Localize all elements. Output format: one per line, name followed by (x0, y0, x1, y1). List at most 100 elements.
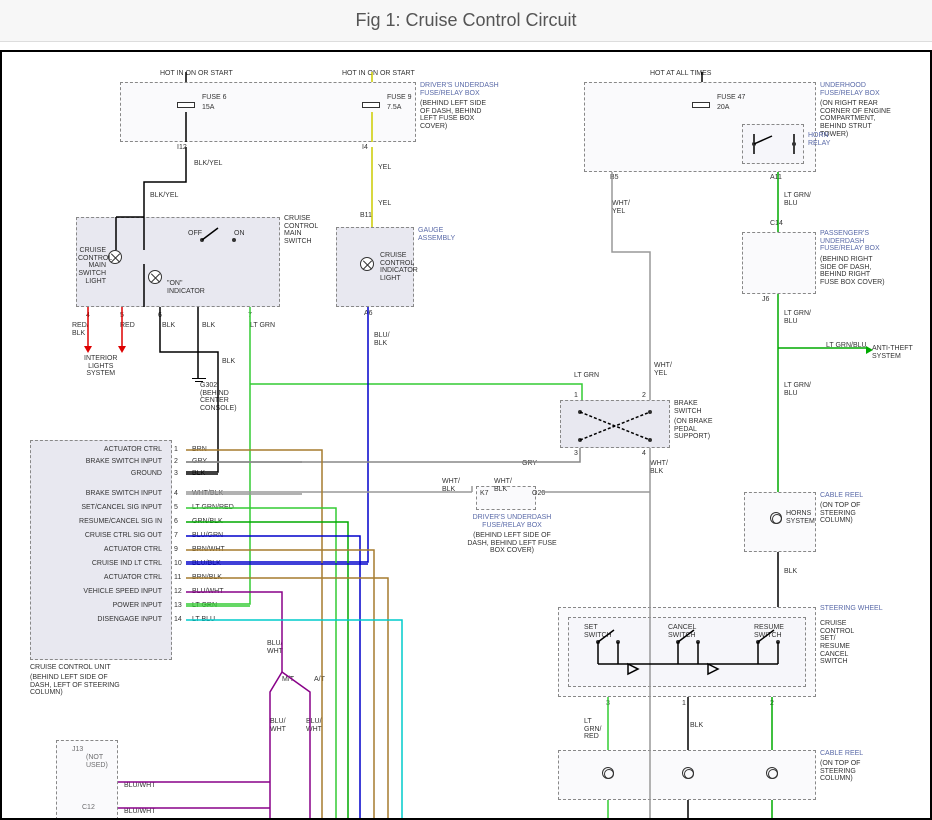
ccu-pin-1-n: 1 (174, 446, 178, 454)
cancel-switch-label: CANCEL SWITCH (668, 624, 696, 639)
pin-b11: B11 (360, 212, 372, 220)
fuse-6-name: FUSE 6 (202, 94, 227, 102)
arrow-interior-1 (84, 346, 92, 353)
ground-g302-icon (192, 378, 206, 382)
wl-ltgrnblu2b: LT GRN/ BLU (784, 382, 811, 397)
cruise-switch-title: CRUISE CONTROL SET/ RESUME CANCEL SWITCH (820, 620, 854, 666)
ccu-pin-3-color: BLK (192, 470, 205, 478)
ccu-pin-11-color: BRN/BLK (192, 574, 222, 582)
ccu-pin-2-color: GRY (192, 458, 207, 466)
resume-switch-label: RESUME SWITCH (754, 624, 784, 639)
ccu-pin-13-label: POWER INPUT (32, 602, 162, 610)
ccu-pin-7-n: 7 (174, 532, 178, 540)
wl-red: RED (120, 322, 135, 330)
cable-reel-bottom-title: CABLE REEL (820, 750, 863, 758)
passenger-underdash-box (742, 232, 816, 294)
pin-5: 5 (120, 312, 124, 320)
ccu-pin-9-color: BRN/WHT (192, 546, 225, 554)
cable-reel-coil-1 (602, 767, 614, 779)
diagram-title: Fig 1: Cruise Control Circuit (0, 0, 932, 42)
wl-bluwht2b: BLU/ WHT (306, 718, 322, 733)
ccu-pin-7-color: BLU/GRN (192, 532, 223, 540)
ccu-pin-4-color: WHT/BLK (192, 490, 223, 498)
cruise-indicator-light-icon (360, 257, 374, 271)
horn-relay-box (742, 124, 804, 164)
ccu-pin-9-n: 9 (174, 546, 178, 554)
passenger-underdash-note: (BEHIND RIGHT SIDE OF DASH, BEHIND RIGHT… (820, 256, 885, 287)
ccu-pin-9-label: ACTUATOR CTRL (32, 546, 162, 554)
g302-label: G302 (BEHIND CENTER CONSOLE) (200, 382, 237, 413)
fuse-9-name: FUSE 9 (387, 94, 412, 102)
ccu-pin-1-color: BRN (192, 446, 207, 454)
hot-label-right: HOT AT ALL TIMES (650, 70, 711, 78)
ccu-pin-4-label: BRAKE SWITCH INPUT (32, 490, 162, 498)
ccu-pin-6-label: RESUME/CANCEL SIG IN (32, 518, 162, 526)
cable-reel-coil-2 (682, 767, 694, 779)
arrow-interior-2 (118, 346, 126, 353)
ccu-pin-2-n: 2 (174, 458, 178, 466)
fuse-9-icon (362, 102, 380, 108)
wl-blk4: BLK (784, 568, 797, 576)
pin-i12: I12 (177, 144, 187, 152)
ccu-pin-14-color: LT BLU (192, 616, 215, 624)
ccu-pin-11-n: 11 (174, 574, 181, 582)
ccu-pin-5-color: LT GRN/RED (192, 504, 234, 512)
ccu-pin-12-label: VEHICLE SPEED INPUT (32, 588, 162, 596)
interior-lights-label: INTERIOR LIGHTS SYSTEM (84, 355, 117, 378)
ccu-pin-5-n: 5 (174, 504, 178, 512)
pin-i4: I4 (362, 144, 368, 152)
on-label: ON (234, 230, 245, 238)
wl-at: A/T (314, 676, 325, 684)
ccu-pin-2-label: BRAKE SWITCH INPUT (32, 458, 162, 466)
steering-wheel-title: STEERING WHEEL (820, 605, 883, 613)
cruise-indicator-light-label: CRUISE CONTROL INDICATOR LIGHT (380, 252, 418, 283)
brake-switch-title: BRAKE SWITCH (674, 400, 702, 415)
sw-pin-2: 2 (770, 700, 774, 708)
pin-a11: A11 (770, 174, 782, 182)
wl-blk2: BLK (202, 322, 215, 330)
antitheft-label: ANTI-THEFT SYSTEM (872, 345, 913, 360)
fuse-6-rating: 15A (202, 104, 214, 112)
pin-b5: B5 (610, 174, 619, 182)
fuse-47-name: FUSE 47 (717, 94, 745, 102)
wl-bluwht4: BLU/WHT (124, 808, 156, 816)
wl-bluwht2a: BLU/ WHT (270, 718, 286, 733)
ccu-title: CRUISE CONTROL UNIT (30, 664, 111, 672)
wl-ltgrn1: LT GRN (250, 322, 275, 330)
brake-pin-1: 1 (574, 392, 578, 400)
pin-a6: A6 (364, 310, 373, 318)
ccu-pin-14-n: 14 (174, 616, 182, 624)
ccu-pin-6-color: GRN/BLK (192, 518, 223, 526)
cable-reel-bottom-note: (ON TOP OF STEERING COLUMN) (820, 760, 860, 783)
wl-redblk: RED/ BLK (72, 322, 89, 337)
ccu-pin-3-label: GROUND (32, 470, 162, 478)
cable-reel-coil-3 (766, 767, 778, 779)
drivers-underdash-box (120, 82, 416, 142)
brake-pin-3: 3 (574, 450, 578, 458)
pin-6: 6 (158, 312, 162, 320)
ccu-pin-10-color: BLU/BLK (192, 560, 221, 568)
brake-switch-note: (ON BRAKE PEDAL SUPPORT) (674, 418, 713, 441)
wl-ltgrnblu3: LT GRN/BLU (826, 342, 867, 350)
on-indicator-label: "ON" INDICATOR (167, 280, 205, 295)
wl-blk1: BLK (162, 322, 175, 330)
wl-mt: M/T (282, 676, 294, 684)
off-label: OFF (188, 230, 202, 238)
wl-whtblk1: WHT/ BLK (442, 478, 460, 493)
wl-blublk: BLU/ BLK (374, 332, 390, 347)
sw-pin-3: 3 (606, 700, 610, 708)
brake-pin-2: 2 (642, 392, 646, 400)
set-switch-label: SET SWITCH (584, 624, 612, 639)
ccu-pin-12-n: 12 (174, 588, 182, 596)
ccu-pin-13-n: 13 (174, 602, 182, 610)
gauge-assembly-title: GAUGE ASSEMBLY (418, 227, 455, 242)
ccu-pin-12-color: BLU/WHT (192, 588, 224, 596)
cable-reel-top-note: (ON TOP OF STEERING COLUMN) (820, 502, 860, 525)
sw-pin-1: 1 (682, 700, 686, 708)
drivers-underdash-title: DRIVER'S UNDERDASH FUSE/RELAY BOX (420, 82, 499, 97)
wl-yel1: YEL (378, 164, 391, 172)
wl-bluwht1: BLU/ WHT (267, 640, 283, 655)
brake-pin-4: 4 (642, 450, 646, 458)
wl-blk-sw: BLK (690, 722, 703, 730)
pin-4: 4 (86, 312, 90, 320)
